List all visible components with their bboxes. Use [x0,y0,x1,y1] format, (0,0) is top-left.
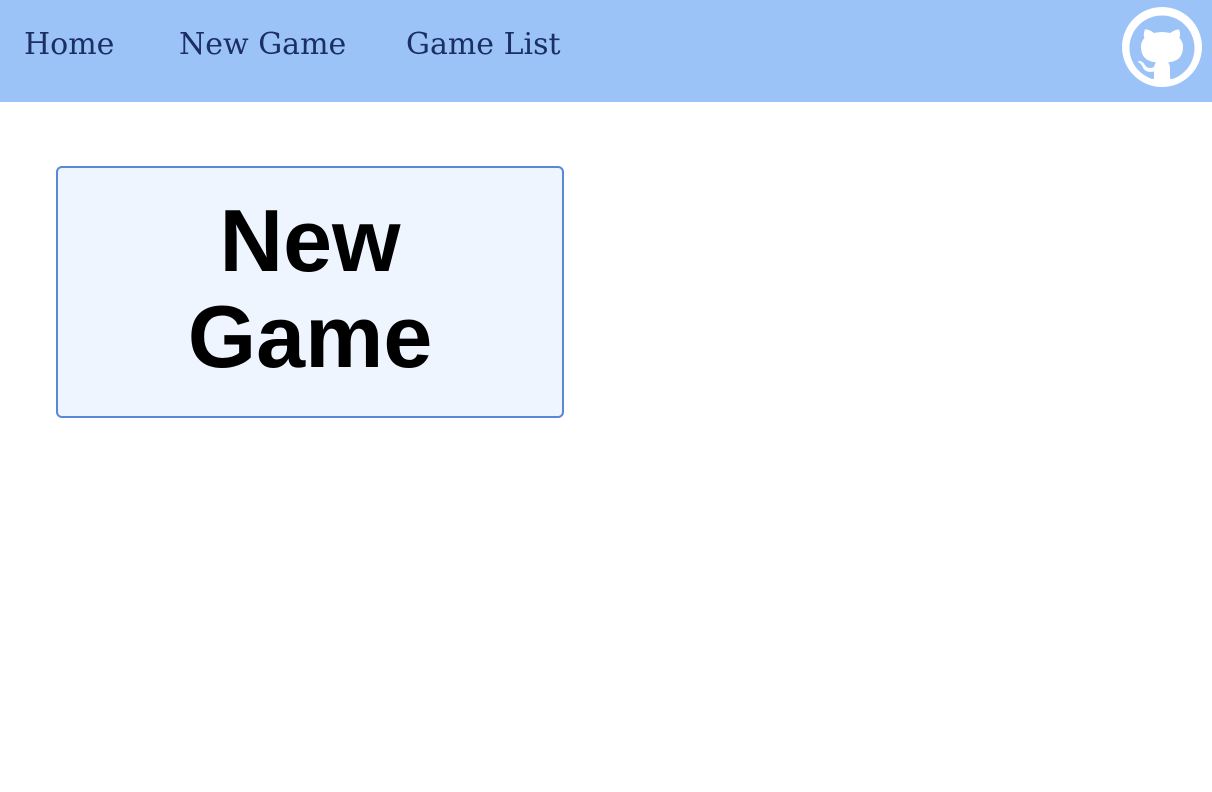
new-game-card-title: New Game [187,191,433,386]
top-navigation-bar: Home New Game Game List [0,0,1212,102]
new-game-card[interactable]: New Game [56,166,564,418]
github-icon[interactable] [1122,7,1202,87]
nav-link-new-game[interactable]: New Game [179,24,346,66]
nav-link-game-list[interactable]: Game List [406,24,561,66]
nav-link-home[interactable]: Home [24,24,114,66]
